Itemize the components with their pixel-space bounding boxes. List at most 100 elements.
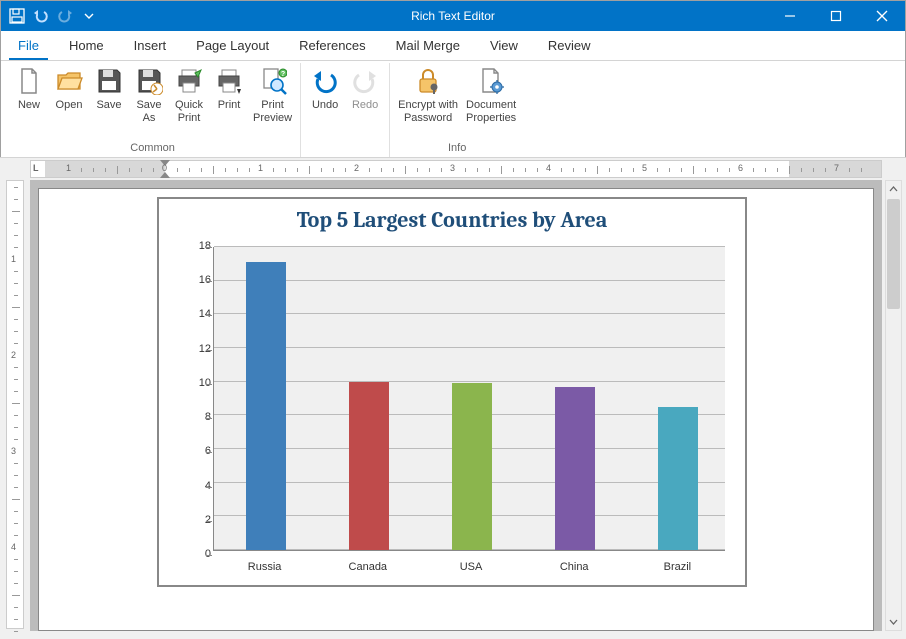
chart-y-tick-label: 8 — [191, 411, 211, 423]
doc-icon — [13, 65, 45, 97]
chart-x-tick-label: USA — [431, 561, 511, 573]
vertical-ruler[interactable]: 1234 — [6, 180, 24, 629]
open-button-label: Open — [56, 99, 83, 125]
ruler-number: 4 — [546, 163, 551, 173]
chart-y-tick — [206, 418, 212, 419]
chart-y-tick-label: 0 — [191, 548, 211, 560]
qat-dropdown-icon[interactable] — [81, 8, 97, 24]
quick-print-button[interactable]: QuickPrint — [169, 63, 209, 140]
tab-home[interactable]: Home — [54, 31, 119, 60]
scroll-down-icon[interactable] — [886, 613, 901, 630]
horizontal-ruler[interactable]: L 101234567 — [30, 160, 882, 178]
doc-gear-icon — [475, 65, 507, 97]
new-button-label: New — [18, 99, 40, 125]
open-button[interactable]: Open — [49, 63, 89, 140]
chart-gridline — [214, 280, 725, 281]
encrypt-button[interactable]: Encrypt withPassword — [394, 63, 462, 140]
print-button-label: Print — [218, 99, 241, 125]
ruler-number: 5 — [642, 163, 647, 173]
chart-y-tick — [206, 315, 212, 316]
chart-y-tick — [206, 555, 212, 556]
ribbon-group-edit: Undo Redo — [301, 63, 390, 157]
document-page: Top 5 Largest Countries by Area Total ar… — [38, 188, 874, 631]
chart-plot-area — [213, 247, 725, 551]
qat-redo-icon[interactable] — [57, 8, 73, 24]
minimize-button[interactable] — [767, 1, 813, 31]
close-button[interactable] — [859, 1, 905, 31]
ribbon: New Open Save SaveAsQuickPrint Print? PrintPr… — [1, 61, 905, 158]
chart-y-tick — [206, 350, 212, 351]
ruler-number: 6 — [738, 163, 743, 173]
app-save-small-icon[interactable] — [9, 8, 25, 24]
tab-file[interactable]: File — [3, 31, 54, 60]
embedded-chart[interactable]: Top 5 Largest Countries by Area Total ar… — [157, 197, 747, 587]
undo-button-label: Undo — [312, 99, 338, 125]
document-viewport[interactable]: Top 5 Largest Countries by Area Total ar… — [30, 180, 882, 631]
scroll-up-icon[interactable] — [886, 181, 901, 198]
chart-y-tick — [206, 384, 212, 385]
folder-icon — [53, 65, 85, 97]
tab-page-layout[interactable]: Page Layout — [181, 31, 284, 60]
tab-references[interactable]: References — [284, 31, 380, 60]
chart-bar — [452, 383, 492, 550]
ruler-number: 7 — [834, 163, 839, 173]
chart-y-tick-label: 12 — [191, 343, 211, 355]
chart-x-tick-label: Brazil — [637, 561, 717, 573]
ruler-number: 3 — [11, 446, 16, 456]
ribbon-group-info: Encrypt withPasswordDocumentPropertiesIn… — [390, 63, 524, 157]
chart-x-tick-label: China — [534, 561, 614, 573]
chart-gridline — [214, 313, 725, 314]
chart-y-tick — [206, 452, 212, 453]
chart-y-tick — [206, 521, 212, 522]
chart-x-tick-label: Russia — [225, 561, 305, 573]
printer-icon — [213, 65, 245, 97]
chart-x-tick-label: Canada — [328, 561, 408, 573]
tab-review[interactable]: Review — [533, 31, 606, 60]
chart-gridline — [214, 347, 725, 348]
redo-button[interactable]: Redo — [345, 63, 385, 152]
svg-text:?: ? — [280, 71, 284, 78]
undo-icon — [309, 65, 341, 97]
document-properties-button-label: DocumentProperties — [466, 99, 516, 125]
chart-bar — [246, 262, 286, 550]
save-button-label: Save — [96, 99, 121, 125]
scrollbar-thumb[interactable] — [887, 199, 900, 309]
chart-y-tick-label: 18 — [191, 240, 211, 252]
quick-print-button-label: QuickPrint — [175, 99, 203, 125]
maximize-button[interactable] — [813, 1, 859, 31]
chart-y-tick-label: 6 — [191, 445, 211, 457]
chart-gridline — [214, 381, 725, 382]
chart-bar — [658, 407, 698, 550]
print-preview-button-label: PrintPreview — [253, 99, 292, 125]
redo-button-label: Redo — [352, 99, 378, 125]
chart-title: Top 5 Largest Countries by Area — [159, 199, 745, 237]
tab-insert[interactable]: Insert — [119, 31, 182, 60]
save-button[interactable]: Save — [89, 63, 129, 140]
chart-y-tick-label: 4 — [191, 480, 211, 492]
floppy-plus-icon — [133, 65, 165, 97]
chart-y-tick-label: 2 — [191, 514, 211, 526]
print-preview-button[interactable]: ? PrintPreview — [249, 63, 296, 140]
tab-view[interactable]: View — [475, 31, 533, 60]
menu-tabs: FileHomeInsertPage LayoutReferencesMail … — [1, 31, 905, 61]
document-frame: L 101234567 1234 Top 5 Largest Countries… — [0, 157, 906, 639]
encrypt-button-label: Encrypt withPassword — [398, 99, 458, 125]
vertical-scrollbar[interactable] — [885, 180, 902, 631]
chart-y-tick — [206, 281, 212, 282]
print-button[interactable]: Print — [209, 63, 249, 140]
qat-undo-icon[interactable] — [33, 8, 49, 24]
ruler-number: 3 — [450, 163, 455, 173]
chart-y-tick — [206, 487, 212, 488]
undo-button[interactable]: Undo — [305, 63, 345, 152]
save-as-button[interactable]: SaveAs — [129, 63, 169, 140]
printer-quick-icon — [173, 65, 205, 97]
ribbon-group-label: Common — [130, 140, 175, 157]
ruler-number: 1 — [258, 163, 263, 173]
ruler-number: 4 — [11, 542, 16, 552]
tab-mail-merge[interactable]: Mail Merge — [381, 31, 475, 60]
document-properties-button[interactable]: DocumentProperties — [462, 63, 520, 140]
new-button[interactable]: New — [9, 63, 49, 140]
chart-y-tick — [206, 247, 212, 248]
chart-gridline — [214, 246, 725, 247]
chart-y-tick-label: 14 — [191, 308, 211, 320]
